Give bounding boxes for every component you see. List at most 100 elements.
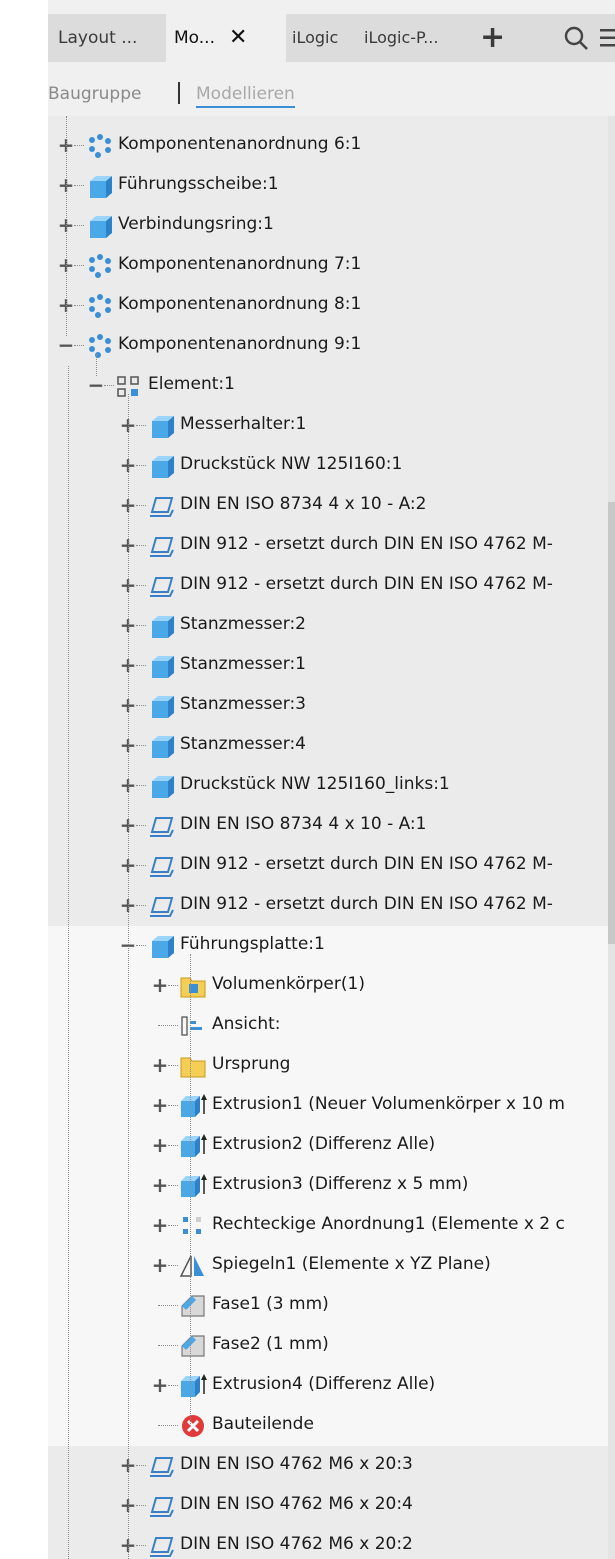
tree-row[interactable]: + Druckstück NW 125I160:1 [48, 446, 608, 486]
mirror-icon [178, 1252, 208, 1280]
scrollbar-thumb[interactable] [608, 502, 615, 944]
tab-bar: Layout ... Mo... ✕ iLogic iLogic-P... + [48, 14, 615, 62]
expand-icon[interactable]: + [150, 1255, 170, 1275]
tree-row[interactable]: Fase2 (1 mm) [48, 1326, 608, 1366]
tree-row[interactable]: + Stanzmesser:2 [48, 606, 608, 646]
tree-row[interactable]: + Stanzmesser:1 [48, 646, 608, 686]
close-icon[interactable]: ✕ [229, 14, 247, 62]
expand-icon[interactable]: + [150, 1095, 170, 1115]
expand-icon[interactable]: + [150, 1375, 170, 1395]
tree-row[interactable]: + DIN 912 - ersetzt durch DIN EN ISO 4762… [48, 566, 608, 606]
tree-row[interactable]: + Komponentenanordnung 8:1 [48, 286, 608, 326]
tree-row[interactable]: + Stanzmesser:4 [48, 726, 608, 766]
tree-row[interactable]: + Ursprung [48, 1046, 608, 1086]
tree-row[interactable]: Fase1 (3 mm) [48, 1286, 608, 1326]
tree-connector [74, 305, 84, 306]
tree-row[interactable]: + Extrusion3 (Differenz x 5 mm) [48, 1166, 608, 1206]
end-of-part-icon [178, 1412, 208, 1440]
mode-separator [178, 82, 180, 104]
tree-row[interactable]: + Verbindungsring:1 [48, 206, 608, 246]
collapse-icon[interactable]: − [56, 335, 76, 355]
tab-layout[interactable]: Layout ... [58, 14, 164, 62]
tree-row[interactable]: + DIN EN ISO 8734 4 x 10 - A:1 [48, 806, 608, 846]
element-icon [114, 372, 144, 400]
tree-guide-line [96, 354, 97, 376]
tree-item-label: Stanzmesser:1 [180, 654, 306, 674]
mode-baugruppe[interactable]: Baugruppe [48, 84, 141, 104]
browser-tree: + Komponentenanordnung 6:1 + Führungsscheib… [48, 116, 615, 1559]
tree-row[interactable]: + DIN EN ISO 4762 M6 x 20:2 [48, 1526, 608, 1559]
view-rep-icon [178, 1012, 208, 1040]
tree-item-label: Bauteilende [212, 1414, 314, 1434]
tree-row[interactable]: + Extrusion1 (Neuer Volumenkörper x 10 m [48, 1086, 608, 1126]
expand-icon[interactable]: + [150, 1135, 170, 1155]
tree-row[interactable]: + Druckstück NW 125I160_links:1 [48, 766, 608, 806]
add-tab-icon[interactable]: + [480, 14, 510, 62]
tree-row[interactable]: + DIN 912 - ersetzt durch DIN EN ISO 4762… [48, 526, 608, 566]
collapse-icon[interactable]: − [86, 375, 106, 395]
tree-connector [136, 905, 146, 906]
tree-row[interactable]: + DIN EN ISO 4762 M6 x 20:4 [48, 1486, 608, 1526]
expand-icon[interactable]: + [150, 1175, 170, 1195]
tree-row[interactable]: − Komponentenanordnung 9:1 [48, 326, 608, 366]
tree-item-label: Ursprung [212, 1054, 291, 1074]
tree-connector [136, 1505, 146, 1506]
vertical-scrollbar[interactable] [608, 116, 615, 1559]
tree-connector [168, 1145, 178, 1146]
tree-item-label: Komponentenanordnung 9:1 [118, 334, 362, 354]
tree-row[interactable]: + DIN EN ISO 8734 4 x 10 - A:2 [48, 486, 608, 526]
tree-row[interactable]: + Komponentenanordnung 6:1 [48, 126, 608, 166]
mode-modellieren[interactable]: Modellieren [196, 84, 295, 108]
expand-icon[interactable]: + [150, 1055, 170, 1075]
tree-item-label: DIN 912 - ersetzt durch DIN EN ISO 4762 … [180, 854, 553, 874]
tree-row[interactable]: + DIN 912 - ersetzt durch DIN EN ISO 4762… [48, 886, 608, 926]
part-icon [146, 452, 176, 480]
tree-item-label: Spiegeln1 (Elemente x YZ Plane) [212, 1254, 491, 1274]
tab-ilogic[interactable]: iLogic [292, 14, 348, 62]
folder-icon [178, 1052, 208, 1080]
tree-row[interactable]: − Element:1 [48, 366, 608, 406]
tree-item-label: Führungsscheibe:1 [118, 174, 279, 194]
tree-connector [168, 1225, 178, 1226]
tree-row[interactable]: Bauteilende [48, 1406, 608, 1446]
expand-icon[interactable]: + [150, 1215, 170, 1235]
search-icon[interactable] [562, 14, 590, 62]
tree-row[interactable]: + Extrusion4 (Differenz Alle) [48, 1366, 608, 1406]
tree-row[interactable]: Ansicht: [48, 1006, 608, 1046]
rect-pattern-icon [178, 1212, 208, 1240]
content-center-icon [146, 572, 176, 600]
tree-row[interactable]: + Rechteckige Anordnung1 (Elemente x 2 c [48, 1206, 608, 1246]
tree-item-label: Extrusion2 (Differenz Alle) [212, 1134, 436, 1154]
menu-icon[interactable] [596, 14, 615, 62]
tab-ilogic-p[interactable]: iLogic-P... [364, 14, 464, 62]
expand-icon[interactable]: + [150, 975, 170, 995]
tree-connector [136, 545, 146, 546]
part-icon [84, 212, 114, 240]
pattern-icon [84, 252, 114, 280]
tree-row[interactable]: + Stanzmesser:3 [48, 686, 608, 726]
tree-connector [74, 185, 84, 186]
tree-item-label: DIN EN ISO 4762 M6 x 20:4 [180, 1494, 413, 1514]
part-icon [146, 772, 176, 800]
tab-label: iLogic-P... [364, 28, 439, 47]
tree-row[interactable]: − Führungsplatte:1 [48, 926, 608, 966]
tree-row[interactable]: + Führungsscheibe:1 [48, 166, 608, 206]
tab-model[interactable]: Mo... ✕ [166, 14, 286, 62]
content-center-icon [146, 812, 176, 840]
tree-row[interactable]: + DIN 912 - ersetzt durch DIN EN ISO 4762… [48, 846, 608, 886]
extrude-icon [178, 1172, 208, 1200]
tree-row[interactable]: + Extrusion2 (Differenz Alle) [48, 1126, 608, 1166]
content-center-icon [146, 1452, 176, 1480]
tree-row[interactable]: + Volumenkörper(1) [48, 966, 608, 1006]
tree-row[interactable]: + DIN EN ISO 4762 M6 x 20:3 [48, 1446, 608, 1486]
tree-item-label: DIN EN ISO 8734 4 x 10 - A:1 [180, 814, 427, 834]
tree-row[interactable]: + Messerhalter:1 [48, 406, 608, 446]
part-icon [146, 612, 176, 640]
tree-guide-line [128, 394, 129, 1559]
tree-guide-line [68, 366, 69, 1559]
tree-connector [168, 985, 178, 986]
content-center-icon [146, 1532, 176, 1559]
pattern-icon [84, 132, 114, 160]
tree-row[interactable]: + Spiegeln1 (Elemente x YZ Plane) [48, 1246, 608, 1286]
tree-row[interactable]: + Komponentenanordnung 7:1 [48, 246, 608, 286]
